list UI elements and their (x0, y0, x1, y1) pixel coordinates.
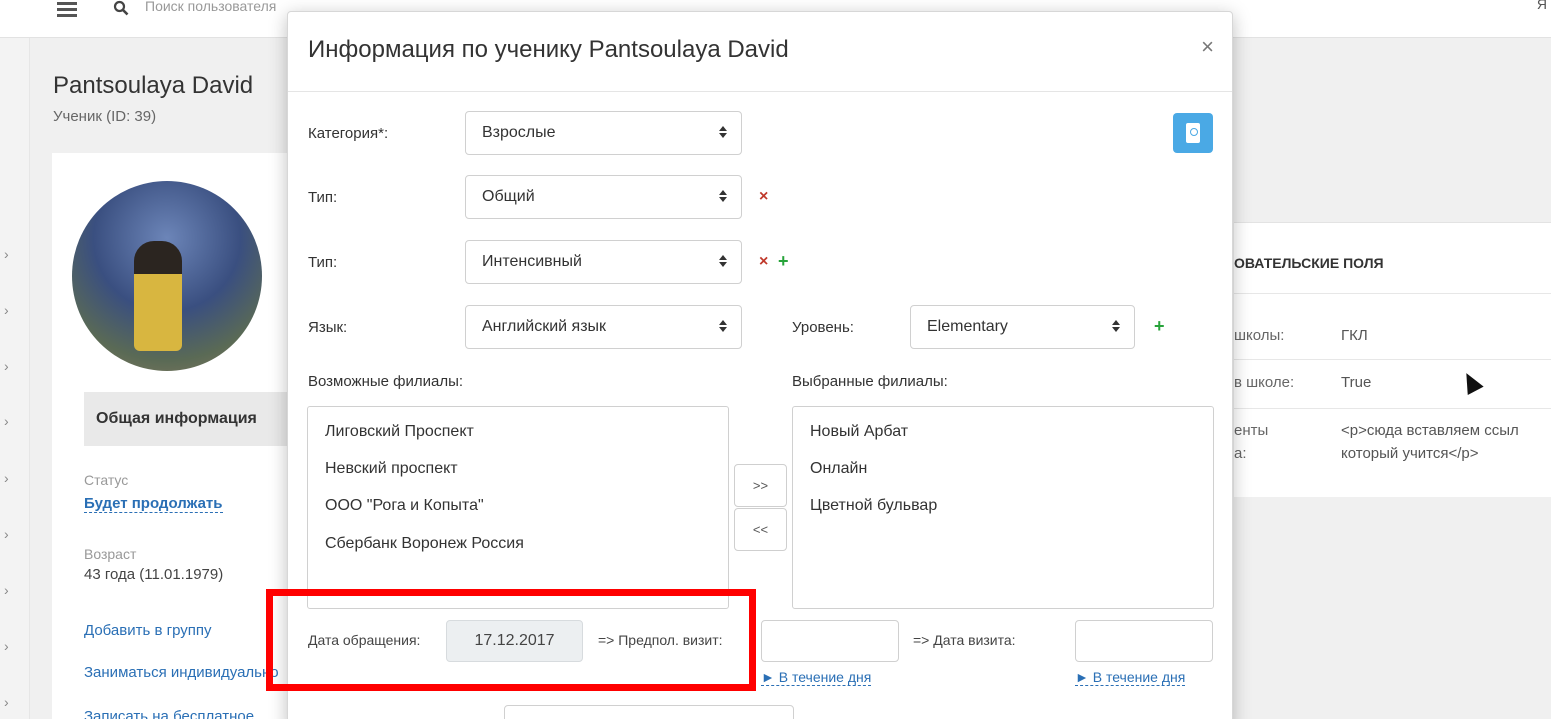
list-item[interactable]: Цветной бульвар (810, 497, 937, 515)
user-menu-icon[interactable]: Я (1537, 0, 1547, 12)
modal-title: Информация по ученику Pantsoulaya David (308, 36, 789, 63)
type-label: Тип: (308, 189, 338, 206)
search-input[interactable]: Поиск пользователя (145, 0, 276, 14)
custom-field-value: True (1341, 374, 1372, 391)
page-title: Pantsoulaya David (53, 72, 254, 99)
rail-expand-icon[interactable]: › (4, 246, 9, 262)
modal-header: Информация по ученику Pantsoulaya David … (288, 12, 1232, 92)
type-value: Интенсивный (482, 253, 582, 270)
custom-fields-card: ОВАТЕЛЬСКИЕ ПОЛЯ школы: ГКЛ в школе: Tru… (1234, 222, 1551, 497)
rail-expand-icon[interactable]: › (4, 470, 9, 486)
category-select[interactable]: Взрослые (465, 111, 742, 155)
level-label: Уровень: (792, 319, 854, 336)
available-branches-label: Возможные филиалы: (308, 373, 464, 390)
individual-study-link[interactable]: Заниматься индивидуально (84, 664, 279, 681)
custom-field-label: в школе: (1234, 374, 1295, 391)
add-type-icon[interactable]: + (778, 251, 789, 272)
left-rail (0, 38, 30, 719)
menu-icon[interactable] (57, 2, 77, 17)
rail-expand-icon[interactable]: › (4, 638, 9, 654)
type-value: Общий (482, 188, 535, 205)
status-value[interactable]: Будет продолжать (84, 495, 223, 513)
language-value: Английский язык (482, 318, 607, 335)
selected-branches-label: Выбранные филиалы: (792, 373, 948, 390)
select-caret-icon (719, 253, 727, 269)
custom-field-label: школы: (1234, 327, 1285, 344)
age-label: Возраст (84, 546, 137, 562)
custom-field-label: енты (1234, 422, 1269, 439)
bottom-input[interactable] (504, 705, 794, 719)
add-level-icon[interactable]: + (1154, 316, 1165, 337)
rail-expand-icon[interactable]: › (4, 694, 9, 710)
rail-expand-icon[interactable]: › (4, 358, 9, 374)
passport-button[interactable] (1173, 113, 1213, 153)
select-caret-icon (719, 124, 727, 140)
move-left-button[interactable]: << (734, 508, 787, 551)
language-select[interactable]: Английский язык (465, 305, 742, 349)
visit-within-day-link[interactable]: ► В течение дня (1075, 669, 1186, 686)
visit-date-label: => Дата визита: (913, 632, 1016, 648)
level-value: Elementary (927, 318, 1008, 335)
free-lesson-link[interactable]: Записать на бесплатное (84, 708, 254, 719)
close-icon[interactable]: × (1201, 34, 1214, 60)
visit-date-input[interactable] (1075, 620, 1213, 662)
selected-branches-list[interactable]: Новый Арбат Онлайн Цветной бульвар (792, 406, 1214, 609)
general-info-heading[interactable]: Общая информация (84, 392, 290, 446)
category-label: Категория*: (308, 125, 389, 142)
rail-expand-icon[interactable]: › (4, 526, 9, 542)
custom-field-value: <p>сюда вставляем ссыл (1341, 422, 1519, 439)
rail-expand-icon[interactable]: › (4, 302, 9, 318)
custom-field-value: который учится</p> (1341, 445, 1479, 462)
select-caret-icon (719, 318, 727, 334)
list-item[interactable]: Онлайн (810, 460, 867, 478)
passport-icon (1186, 123, 1200, 143)
rail-expand-icon[interactable]: › (4, 582, 9, 598)
remove-type-icon[interactable]: × (759, 253, 768, 271)
list-item[interactable]: Невский проспект (325, 460, 458, 478)
remove-type-icon[interactable]: × (759, 188, 768, 206)
list-item[interactable]: Новый Арбат (810, 423, 908, 441)
type-select[interactable]: Интенсивный (465, 240, 742, 284)
custom-field-value: ГКЛ (1341, 327, 1368, 344)
select-caret-icon (1112, 318, 1120, 334)
search-icon[interactable] (113, 0, 129, 16)
available-branches-list[interactable]: Лиговский Проспект Невский проспект ООО … (307, 406, 729, 609)
type-label: Тип: (308, 254, 338, 271)
list-item[interactable]: ООО "Рога и Копыта" (325, 497, 484, 515)
custom-field-label: а: (1234, 445, 1247, 462)
planned-visit-input[interactable] (761, 620, 899, 662)
type-select[interactable]: Общий (465, 175, 742, 219)
language-label: Язык: (308, 319, 348, 336)
select-caret-icon (719, 188, 727, 204)
highlight-annotation (266, 589, 756, 691)
rail-expand-icon[interactable]: › (4, 413, 9, 429)
level-select[interactable]: Elementary (910, 305, 1135, 349)
move-right-button[interactable]: >> (734, 464, 787, 507)
category-value: Взрослые (482, 124, 556, 141)
status-label: Статус (84, 472, 129, 488)
list-item[interactable]: Сбербанк Воронеж Россия (325, 535, 524, 553)
age-value: 43 года (11.01.1979) (84, 566, 224, 583)
list-item[interactable]: Лиговский Проспект (325, 423, 474, 441)
page-subtitle: Ученик (ID: 39) (53, 108, 157, 125)
avatar (72, 181, 262, 371)
add-to-group-link[interactable]: Добавить в группу (84, 622, 212, 639)
planned-visit-within-day-link[interactable]: ► В течение дня (761, 669, 872, 686)
custom-fields-heading: ОВАТЕЛЬСКИЕ ПОЛЯ (1234, 255, 1384, 271)
